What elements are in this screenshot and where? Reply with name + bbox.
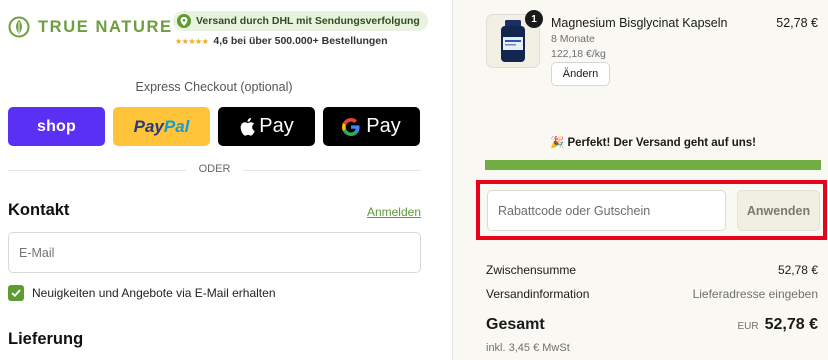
leaf-logo-icon	[8, 16, 30, 38]
shipping-badge-text: Versand durch DHL mit Sendungsverfolgung	[196, 15, 420, 27]
total-label: Gesamt	[486, 316, 545, 333]
rating-line: ★★★★★ 4,6 bei über 500.000+ Bestellungen	[175, 35, 388, 47]
apple-icon	[240, 117, 255, 136]
contact-title: Kontakt	[8, 201, 70, 219]
product-unit-price: 122,18 €/kg	[551, 48, 606, 60]
location-pin-icon	[177, 14, 191, 28]
product-price: 52,78 €	[776, 16, 818, 30]
subtotal-row: Zwischensumme 52,78 €	[486, 263, 818, 277]
shipping-label: Versandinformation	[486, 287, 590, 301]
subtotal-label: Zwischensumme	[486, 263, 577, 277]
google-pay-button[interactable]: Pay	[323, 107, 420, 146]
total-currency: EUR	[737, 321, 759, 332]
email-field[interactable]	[8, 232, 421, 273]
progress-fill	[485, 160, 821, 170]
paypal-label-part2: Pal	[163, 116, 190, 136]
shop-pay-label: shop	[36, 117, 77, 135]
or-divider: ODER	[8, 163, 421, 177]
newsletter-checkbox[interactable]	[8, 285, 24, 301]
apply-discount-button[interactable]: Anwenden	[737, 190, 820, 231]
newsletter-label: Neuigkeiten und Angebote via E-Mail erha…	[32, 286, 276, 300]
shipping-badge: Versand durch DHL mit Sendungsverfolgung	[173, 11, 428, 31]
paypal-label-part1: Pay	[133, 116, 164, 136]
divider-line-right	[243, 170, 421, 171]
express-checkout-title: Express Checkout (optional)	[135, 80, 293, 94]
free-shipping-message: 🎉 Perfekt! Der Versand geht auf uns!	[549, 137, 757, 149]
shipping-row: Versandinformation Lieferadresse eingebe…	[486, 287, 818, 301]
delivery-title: Lieferung	[8, 330, 84, 348]
total-row: Gesamt EUR 52,78 €	[486, 316, 818, 334]
subtotal-value: 52,78 €	[777, 263, 818, 277]
tax-info: inkl. 3,45 € MwSt	[486, 342, 570, 354]
paypal-button[interactable]: Pay Pal	[113, 107, 210, 146]
total-value: 52,78 €	[764, 316, 818, 333]
change-product-button[interactable]: Ändern	[551, 62, 610, 86]
total-amount: EUR 52,78 €	[737, 316, 818, 334]
google-pay-label: Pay	[366, 115, 401, 137]
newsletter-option[interactable]: Neuigkeiten und Angebote via E-Mail erha…	[8, 285, 276, 301]
rating-text: 4,6 bei über 500.000+ Bestellungen	[213, 35, 388, 47]
divider-label: ODER	[198, 163, 231, 175]
express-payment-buttons: shop Pay Pal Pay Pay	[8, 107, 420, 146]
quantity-badge: 1	[525, 10, 543, 28]
login-link[interactable]: Anmelden	[367, 205, 421, 219]
checkout-main: TRUE NATURE Versand durch DHL mit Sendun…	[0, 0, 452, 360]
product-variant: 8 Monate	[551, 33, 595, 45]
star-rating-icon: ★★★★★	[175, 36, 209, 46]
shop-pay-button[interactable]: shop	[8, 107, 105, 146]
discount-code-input[interactable]	[487, 190, 726, 231]
supplement-bottle-icon	[501, 20, 525, 62]
order-summary: 1 Magnesium Bisglycinat Kapseln 8 Monate…	[452, 0, 828, 360]
brand-name: TRUE NATURE	[38, 17, 173, 36]
google-g-icon	[342, 117, 360, 136]
shipping-value: Lieferadresse eingeben	[692, 287, 818, 301]
product-name: Magnesium Bisglycinat Kapseln	[551, 16, 728, 30]
apple-pay-button[interactable]: Pay	[218, 107, 315, 146]
brand-logo[interactable]: TRUE NATURE	[8, 16, 173, 38]
checkmark-icon	[11, 289, 21, 297]
free-shipping-progress	[485, 160, 821, 170]
apple-pay-label: Pay	[259, 115, 294, 137]
